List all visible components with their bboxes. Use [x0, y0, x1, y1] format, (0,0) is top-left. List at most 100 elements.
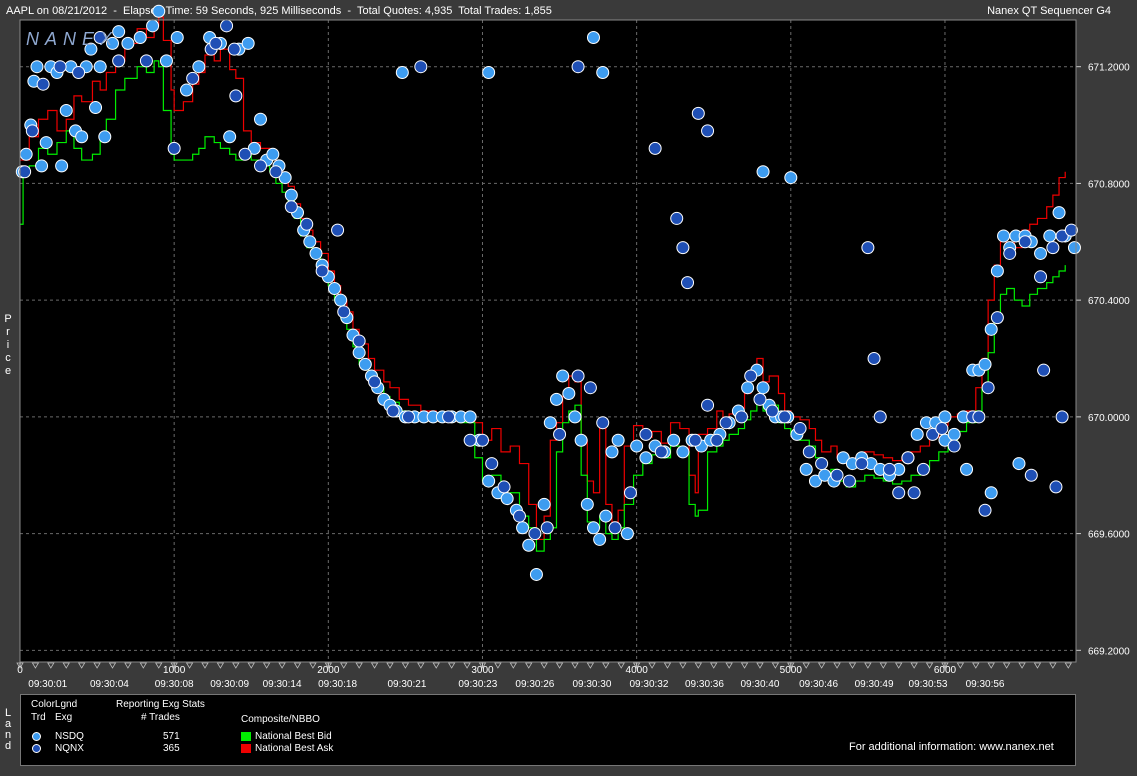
x-tick-label: 0	[17, 665, 23, 676]
trade-point-nqnx	[701, 398, 715, 412]
x-minor-tick	[370, 662, 379, 669]
trade-point-nsdq	[984, 486, 998, 500]
price-label-letter: c	[5, 352, 11, 364]
trade-point-nqnx	[670, 211, 684, 225]
trade-point-nsdq	[98, 130, 112, 144]
trade-point-nqnx	[227, 42, 241, 56]
trade-point-nsdq	[596, 66, 610, 80]
trade-point-nqnx	[209, 36, 223, 50]
trade-point-nqnx	[497, 480, 511, 494]
x-tick-label: 6000	[934, 665, 957, 676]
x-minor-tick	[432, 662, 440, 669]
x-minor-tick	[262, 662, 271, 669]
trade-point-nsdq	[309, 246, 323, 260]
trade-point-nsdq	[756, 381, 770, 395]
trade-point-nsdq	[667, 433, 681, 447]
trade-point-nsdq	[253, 112, 267, 126]
trade-point-nsdq	[75, 130, 89, 144]
trade-point-nqnx	[112, 54, 126, 68]
x-minor-tick	[401, 662, 410, 669]
x-minor-tick	[77, 662, 86, 669]
x-minor-tick	[740, 662, 749, 669]
x-minor-tick	[201, 662, 209, 669]
trade-point-nsdq	[947, 427, 961, 441]
price-label-letter: r	[6, 326, 10, 338]
trade-point-nqnx	[873, 410, 887, 424]
y-tick-label: 670.4000	[1088, 296, 1130, 307]
x-minor-tick	[247, 662, 255, 669]
trade-point-nsdq	[741, 381, 755, 395]
trade-point-nsdq	[266, 147, 280, 161]
legend-best-bid: National Best Bid	[255, 731, 332, 742]
trade-point-nsdq	[121, 36, 135, 50]
trade-point-nsdq	[605, 445, 619, 459]
x-minor-tick	[62, 662, 70, 669]
x-minor-tick	[216, 662, 225, 669]
x-minor-tick	[1002, 662, 1011, 669]
trade-point-nsdq	[30, 60, 44, 74]
trade-point-nsdq	[463, 410, 477, 424]
x-minor-tick	[1049, 662, 1057, 669]
trade-point-nsdq	[152, 4, 166, 18]
legend-side-letter: d	[4, 740, 12, 752]
trade-point-nqnx	[654, 445, 668, 459]
x-minor-tick	[278, 662, 286, 669]
trade-point-nqnx	[1037, 363, 1051, 377]
trade-point-nsdq	[482, 66, 496, 80]
x-minor-tick	[586, 662, 595, 669]
trade-point-nsdq	[19, 147, 33, 161]
x-tick-label: 4000	[626, 665, 649, 676]
trade-point-nqnx	[842, 474, 856, 488]
trade-point-nsdq	[960, 462, 974, 476]
legend-nbbo-title: Composite/NBBO	[241, 714, 320, 725]
trade-point-nqnx	[753, 392, 767, 406]
x-minor-tick	[293, 662, 302, 669]
trade-point-nqnx	[688, 433, 702, 447]
trade-point-nqnx	[676, 241, 690, 255]
legend-panel: ColorLgnd Trd Exg Reporting Exg Stats # …	[20, 694, 1076, 766]
trade-point-nqnx	[815, 457, 829, 471]
legend-best-ask: National Best Ask	[255, 743, 334, 754]
trade-point-nqnx	[386, 404, 400, 418]
x-minor-tick	[617, 662, 625, 669]
trade-point-nsdq	[599, 509, 613, 523]
time-label: 09:30:36	[685, 679, 724, 690]
trade-point-nqnx	[553, 427, 567, 441]
trade-point-nqnx	[583, 381, 597, 395]
x-minor-tick	[571, 662, 579, 669]
x-minor-tick	[355, 662, 363, 669]
trade-point-nsdq	[327, 281, 341, 295]
trade-point-nqnx	[882, 462, 896, 476]
trade-point-nqnx	[167, 141, 181, 155]
x-minor-tick	[663, 662, 672, 669]
trade-point-nsdq	[170, 31, 184, 45]
trade-point-nsdq	[611, 433, 625, 447]
time-label: 09:30:08	[155, 679, 194, 690]
x-tick-label: 2000	[317, 665, 340, 676]
trade-point-nqnx	[300, 217, 314, 231]
x-minor-tick	[555, 662, 564, 669]
x-minor-tick	[340, 662, 348, 669]
y-tick-label: 671.2000	[1088, 63, 1130, 74]
x-minor-tick	[31, 662, 40, 669]
y-tick-label: 669.6000	[1088, 530, 1130, 541]
x-minor-tick	[185, 662, 194, 669]
y-tick-label: 670.8000	[1088, 179, 1130, 190]
trade-point-nsdq	[543, 416, 557, 430]
time-label: 09:30:30	[572, 679, 611, 690]
trade-point-nqnx	[719, 416, 733, 430]
trade-point-nsdq	[676, 445, 690, 459]
x-minor-tick	[848, 662, 857, 669]
trade-point-nsdq	[537, 497, 551, 511]
x-minor-tick	[417, 662, 425, 669]
trade-point-nsdq	[938, 410, 952, 424]
trade-point-nqnx	[855, 457, 869, 471]
x-minor-tick	[679, 662, 687, 669]
x-minor-tick	[525, 662, 533, 669]
trade-point-nsdq	[1052, 206, 1066, 220]
trade-point-nqnx	[701, 124, 715, 138]
trade-point-nqnx	[1003, 246, 1017, 260]
nqnx-marker-icon	[32, 744, 41, 753]
trade-point-nsdq	[35, 159, 49, 173]
trade-quote-chart: 669.2000 669.6000 670.0000 670.4000 670.8000…	[15, 4, 1130, 690]
